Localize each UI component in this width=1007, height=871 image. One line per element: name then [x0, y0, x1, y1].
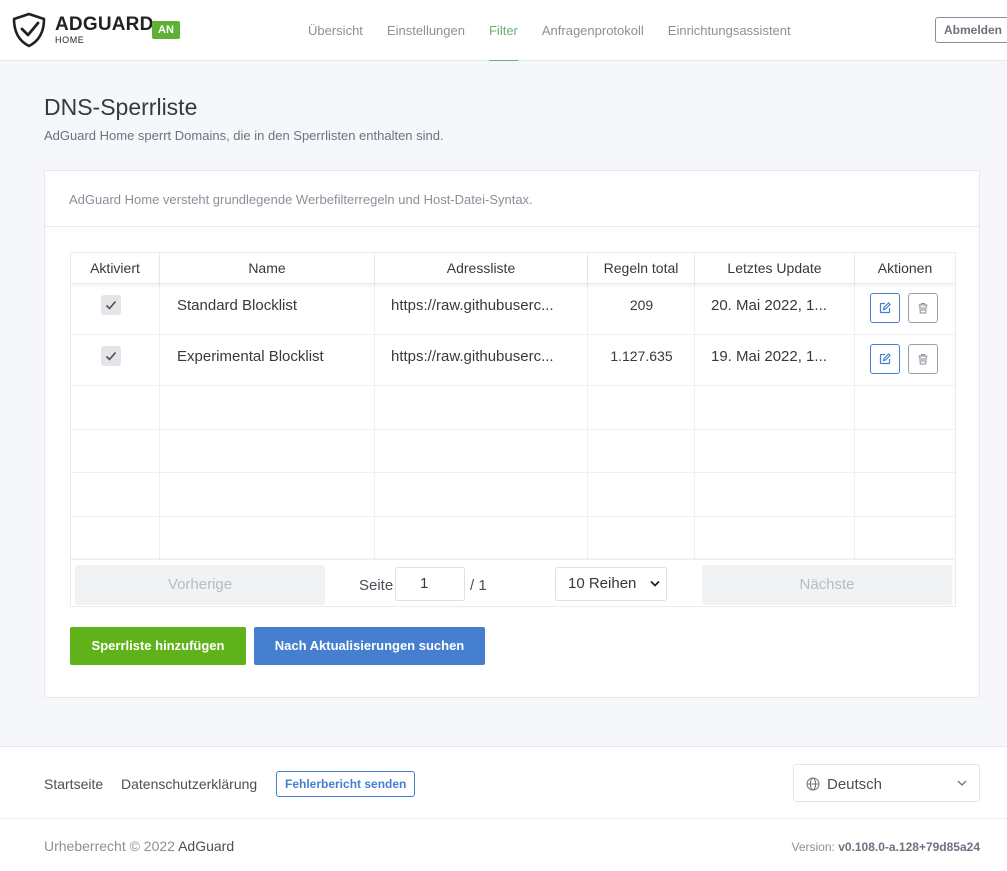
column-header-actions: Aktionen [855, 253, 955, 284]
table-row: Standard Blocklist https://raw.githubuse… [71, 284, 955, 335]
table-row: Experimental Blocklist https://raw.githu… [71, 335, 955, 386]
checkmark-icon [105, 351, 117, 361]
column-header-updated[interactable]: Letztes Update [695, 253, 855, 284]
add-blocklist-button[interactable]: Sperrliste hinzufügen [70, 627, 246, 665]
rows-per-page-value: 10 Reihen [568, 575, 637, 592]
empty-table-row [71, 386, 955, 430]
blocklist-table: Aktiviert Name Adressliste Regeln total … [70, 252, 956, 607]
column-header-enabled[interactable]: Aktiviert [71, 253, 160, 284]
pagination-bar: Vorherige Seite 1 / 1 10 Reihen Nächste [71, 559, 955, 606]
chevron-down-icon [957, 780, 967, 786]
nav-setup-guide[interactable]: Einrichtungsassistent [656, 0, 803, 61]
checkmark-icon [105, 300, 117, 310]
version-text: Version: v0.108.0-a.128+79d85a24 [792, 840, 981, 854]
globe-icon [806, 777, 820, 791]
nav-overview[interactable]: Übersicht [296, 0, 375, 61]
protection-status-badge: AN [152, 21, 180, 39]
blocklist-name: Standard Blocklist [177, 297, 298, 314]
blocklist-name: Experimental Blocklist [177, 348, 324, 365]
nav-filters[interactable]: Filter [477, 0, 530, 61]
blocklist-last-update: 19. Mai 2022, 1... [711, 348, 827, 365]
report-bug-button[interactable]: Fehlerbericht senden [276, 771, 416, 797]
language-select[interactable]: Deutsch [793, 764, 980, 802]
next-page-button[interactable]: Nächste [702, 565, 952, 605]
page-subtitle: AdGuard Home sperrt Domains, die in den … [44, 128, 444, 143]
edit-icon [879, 353, 891, 365]
footer-divider [0, 818, 1007, 819]
adguard-shield-logo-icon[interactable] [11, 12, 47, 48]
total-pages-label: / 1 [470, 577, 487, 594]
delete-button[interactable] [908, 344, 938, 374]
main-nav: Übersicht Einstellungen Filter Anfragenp… [296, 0, 803, 61]
nav-settings[interactable]: Einstellungen [375, 0, 477, 61]
top-header: ADGUARD HOME AN Übersicht Einstellungen … [0, 0, 1007, 61]
footer-link-privacy[interactable]: Datenschutzerklärung [121, 776, 257, 792]
logout-button[interactable]: Abmelden [935, 17, 1007, 43]
chevron-down-icon [650, 580, 660, 587]
column-header-rules[interactable]: Regeln total [588, 253, 695, 284]
empty-table-row [71, 473, 955, 517]
page-number-input[interactable]: 1 [395, 567, 465, 601]
check-updates-button[interactable]: Nach Aktualisierungen suchen [254, 627, 485, 665]
blocklist-url: https://raw.githubuserc... [391, 348, 554, 365]
previous-page-button[interactable]: Vorherige [75, 565, 325, 605]
card-header: AdGuard Home versteht grundlegende Werbe… [45, 171, 979, 227]
page-footer: Startseite Datenschutzerklärung Fehlerbe… [0, 746, 1007, 871]
brand-name: ADGUARD [55, 14, 154, 35]
footer-link-home[interactable]: Startseite [44, 776, 103, 792]
empty-table-row [71, 430, 955, 473]
version-label: Version: [791, 840, 835, 854]
edit-button[interactable] [870, 293, 900, 323]
column-header-url[interactable]: Adressliste [375, 253, 588, 284]
copyright-text: Urheberrecht © 2022 AdGuard [44, 838, 234, 854]
enabled-checkbox[interactable] [101, 346, 121, 366]
page-title: DNS-Sperrliste [44, 94, 198, 120]
trash-icon [918, 302, 928, 314]
copyright-brand-link[interactable]: AdGuard [178, 838, 234, 854]
blocklist-last-update: 20. Mai 2022, 1... [711, 297, 827, 314]
card-description: AdGuard Home versteht grundlegende Werbe… [69, 192, 533, 207]
edit-button[interactable] [870, 344, 900, 374]
blocklist-rules-count: 209 [629, 297, 654, 313]
edit-icon [879, 302, 891, 314]
trash-icon [918, 353, 928, 365]
language-value: Deutsch [827, 776, 883, 793]
empty-table-row [71, 517, 955, 559]
nav-query-log[interactable]: Anfragenprotokoll [530, 0, 656, 61]
blocklist-rules-count: 1.127.635 [610, 348, 673, 364]
delete-button[interactable] [908, 293, 938, 323]
brand-subtitle: HOME [55, 35, 85, 45]
enabled-checkbox[interactable] [101, 295, 121, 315]
page-label: Seite [359, 577, 394, 594]
rows-per-page-select[interactable]: 10 Reihen [555, 567, 667, 601]
copyright-prefix: Urheberrecht © 2022 [44, 838, 175, 854]
version-value: v0.108.0-a.128+79d85a24 [838, 840, 980, 854]
blocklist-url: https://raw.githubuserc... [391, 297, 554, 314]
blocklist-card: AdGuard Home versteht grundlegende Werbe… [44, 170, 980, 698]
column-header-name[interactable]: Name [160, 253, 375, 284]
